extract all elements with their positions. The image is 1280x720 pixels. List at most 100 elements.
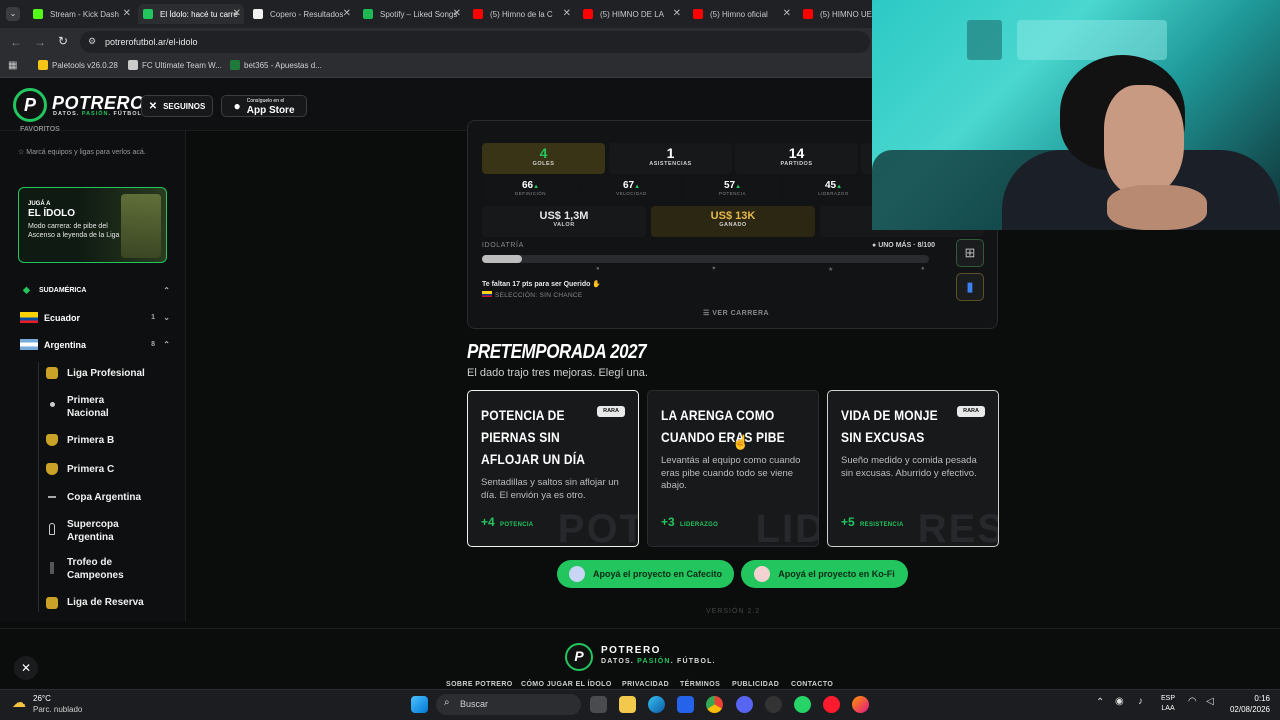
webcam-ac-unit <box>1017 20 1167 60</box>
tab-list-chevron-icon[interactable]: ⌄ <box>6 7 20 21</box>
upgrade-card-resistencia[interactable]: RES VIDA DE MONJE SIN EXCUSAS RARA Sueño… <box>827 390 999 547</box>
volume-icon[interactable]: ◁ <box>1206 696 1214 707</box>
app-icon[interactable] <box>765 696 782 713</box>
tray-network-app-icon[interactable]: ◉ <box>1115 696 1124 707</box>
upgrade-card-potencia[interactable]: POT POTENCIA DE PIERNAS SIN AFLOJAR UN D… <box>467 390 639 547</box>
bookmark-paletools[interactable]: Paletools v26.0.28 <box>38 60 118 70</box>
tray-chevron-icon[interactable]: ⌃ <box>1096 697 1104 708</box>
rarity-badge: RARA <box>957 406 985 417</box>
discord-icon[interactable] <box>736 696 753 713</box>
league-liga-profesional[interactable]: Liga Profesional <box>67 368 187 381</box>
tray-microphone-icon[interactable]: ♪ <box>1138 696 1143 707</box>
footer-link-how-to-play[interactable]: CÓMO JUGAR EL ÍDOLO <box>521 681 612 688</box>
browser-tab[interactable]: Stream - Kick Dash ✕ <box>28 4 134 24</box>
taskbar-search-box[interactable]: ⌕ Buscar <box>436 694 581 715</box>
tab-favicon-icon <box>253 9 263 19</box>
tab-close-icon[interactable]: ✕ <box>673 8 681 19</box>
browser-tab[interactable]: (5) HIMNO DE LA ✕ <box>578 4 684 24</box>
league-trofeo-de-campeones[interactable]: Trofeo de Campeones <box>67 557 137 582</box>
footer-link-ads[interactable]: PUBLICIDAD <box>732 681 779 688</box>
apps-grid-icon[interactable]: ▦ <box>8 60 17 71</box>
bookmark-fc-ultimate[interactable]: FC Ultimate Team W... <box>128 60 222 70</box>
attr-value: 57 <box>723 180 736 191</box>
wifi-icon[interactable]: ◠ <box>1188 696 1197 707</box>
whatsapp-icon[interactable] <box>794 696 811 713</box>
clap-icon: ✋ <box>590 281 602 288</box>
store-icon[interactable] <box>677 696 694 713</box>
tab-close-icon[interactable]: ✕ <box>233 8 241 19</box>
reload-icon[interactable]: ↻ <box>58 34 68 48</box>
card-description: Sentadillas y saltos sin aflojar un día.… <box>481 477 619 501</box>
potrero-logo[interactable]: P <box>13 88 47 122</box>
back-icon[interactable]: ← <box>10 35 22 49</box>
region-sudamerica[interactable]: ⬥ SUDAMÉRICA ⌃ <box>20 285 170 296</box>
region-pin-icon: ⬥ <box>23 285 30 296</box>
mouse-cursor-icon: ☝ <box>732 434 750 450</box>
footer-link-privacy[interactable]: PRIVACIDAD <box>622 681 669 688</box>
attr-value: 67 <box>622 180 635 191</box>
task-view-icon[interactable] <box>590 696 607 713</box>
league-primera-nacional[interactable]: Primera Nacional <box>67 395 137 420</box>
idolo-promo-card[interactable]: JUGÁ A EL ÍDOLO Modo carrera: de pibe de… <box>18 187 167 263</box>
opera-icon[interactable] <box>823 696 840 713</box>
league-supercopa-argentina[interactable]: Supercopa Argentina <box>67 519 137 544</box>
kofi-button[interactable]: Apoyá el proyecto en Ko-Fi <box>741 560 908 588</box>
card-bonus: +5 RESISTENCIA <box>841 515 904 529</box>
firefox-icon[interactable] <box>852 696 869 713</box>
file-explorer-icon[interactable] <box>619 696 636 713</box>
league-primera-c[interactable]: Primera C <box>67 464 187 477</box>
chrome-icon[interactable] <box>706 696 723 713</box>
bookmark-bet365[interactable]: bet365 - Apuestas d... <box>230 60 322 70</box>
browser-tab[interactable]: El Ídolo: hacé tu carrera ✕ <box>138 4 244 24</box>
tagline-part: DATOS. <box>601 658 638 665</box>
primera-b-icon <box>46 434 58 446</box>
bookmark-icon <box>128 60 138 70</box>
footer-link-contact[interactable]: CONTACTO <box>791 681 833 688</box>
shop-cart-button[interactable]: ⊞ <box>956 239 984 267</box>
tab-favicon-icon <box>33 9 43 19</box>
browser-tab[interactable]: (5) Himno de la C ✕ <box>468 4 574 24</box>
tab-close-icon[interactable]: ✕ <box>343 8 351 19</box>
league-liga-de-reserva[interactable]: Liga de Reserva <box>67 597 187 610</box>
windows-start-icon[interactable] <box>411 696 428 713</box>
league-copa-argentina[interactable]: Copa Argentina <box>67 492 187 505</box>
browser-tab[interactable]: Copero - Resultados ✕ <box>248 4 354 24</box>
footer-link-terms[interactable]: TÉRMINOS <box>680 681 720 688</box>
browser-tab[interactable]: (5) HIMNO UEF <box>798 4 872 24</box>
url-field[interactable]: ⚙ potrerofutbol.ar/el-idolo <box>80 31 870 53</box>
up-arrow-icon: ▲ <box>836 184 843 190</box>
league-primera-b[interactable]: Primera B <box>67 435 187 448</box>
forward-icon[interactable]: → <box>34 35 46 49</box>
country-ecuador[interactable]: Ecuador 1 ⌄ <box>20 312 170 323</box>
bonus-value: +3 <box>661 515 675 529</box>
tab-title: El Ídolo: hacé tu carrera <box>160 9 238 19</box>
chevron-down-icon: ⌄ <box>163 313 170 322</box>
tab-close-icon[interactable]: ✕ <box>453 8 461 19</box>
browser-tab[interactable]: Spotify – Liked Songs ✕ <box>358 4 464 24</box>
stat-assists: 1 ASISTENCIAS <box>609 143 732 174</box>
tab-close-icon[interactable]: ✕ <box>783 8 791 19</box>
edge-icon[interactable] <box>648 696 665 713</box>
view-career-link[interactable]: ☰ VER CARRERA <box>703 309 769 317</box>
weather-temp[interactable]: 26°C <box>33 694 51 703</box>
inventory-button[interactable]: ▮ <box>956 273 984 301</box>
site-info-icon[interactable]: ⚙ <box>88 36 96 47</box>
attr-value: 66 <box>521 180 534 191</box>
kofi-label: Apoyá el proyecto en Ko-Fi <box>778 569 895 579</box>
country-argentina[interactable]: Argentina 8 ⌃ <box>20 339 170 350</box>
footer-link-about[interactable]: SOBRE POTRERO <box>446 681 513 688</box>
language-indicator[interactable]: ESP LAA <box>1161 694 1175 714</box>
upgrade-card-liderazgo[interactable]: LID LA ARENGA COMO CUANDO ERAS PIBE Leva… <box>647 390 819 547</box>
clock[interactable]: 0:16 02/08/2026 <box>1226 693 1270 715</box>
browser-tab[interactable]: (5) Himno oficial ✕ <box>688 4 794 24</box>
lang-top: ESP <box>1161 695 1176 702</box>
tab-close-icon[interactable]: ✕ <box>123 8 131 19</box>
tab-close-icon[interactable]: ✕ <box>563 8 571 19</box>
app-store-button[interactable]: ● Consíguelo en el App Store <box>221 95 307 117</box>
close-sidebar-button[interactable]: ✕ <box>14 656 38 680</box>
follow-x-button[interactable]: ✕ SEGUINOS <box>141 95 213 117</box>
copa-argentina-icon <box>48 496 56 498</box>
weather-icon[interactable]: ☁ <box>12 694 26 711</box>
cafecito-button[interactable]: Apoyá el proyecto en Cafecito <box>557 560 734 588</box>
attr-label: LIDERAZGO <box>818 191 849 196</box>
